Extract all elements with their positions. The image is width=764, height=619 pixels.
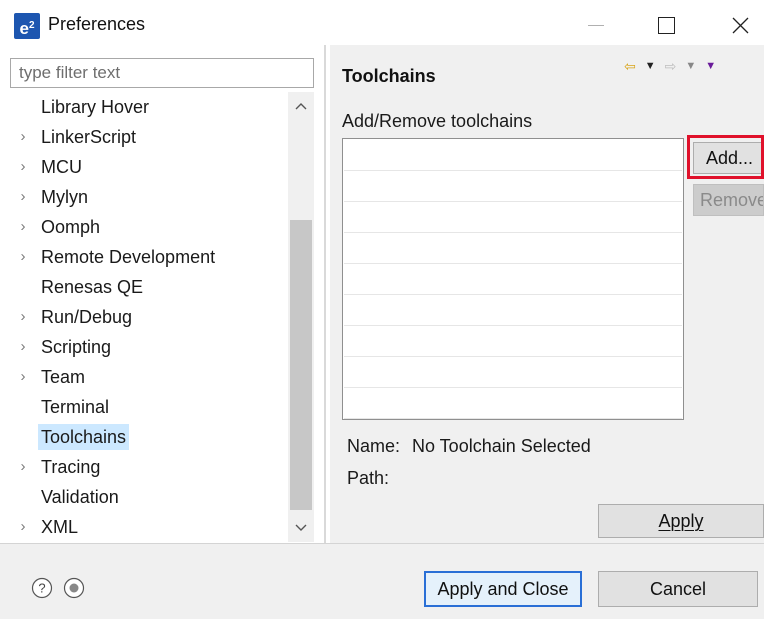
list-row-divider — [344, 263, 682, 264]
tree-item-label: Scripting — [41, 337, 112, 357]
expand-chevron-icon[interactable]: › — [16, 244, 30, 270]
list-row-divider — [344, 418, 682, 419]
expand-chevron-icon[interactable]: › — [16, 334, 30, 360]
back-menu-icon[interactable]: ▼ — [645, 58, 656, 74]
forward-arrow-icon[interactable]: ⇨ — [665, 58, 677, 74]
add-button[interactable]: Add... — [693, 142, 764, 174]
record-icon[interactable] — [63, 577, 85, 599]
back-arrow-icon[interactable]: ⇦ — [624, 58, 636, 74]
tree-item-label: MCU — [41, 157, 82, 177]
tree-item-label: Toolchains — [38, 424, 130, 450]
chevron-down-icon — [295, 524, 307, 531]
preferences-tree[interactable]: Library Hover › LinkerScript › MCU › Mylyn › Oom… — [14, 92, 286, 542]
expand-chevron-icon[interactable]: › — [16, 514, 30, 540]
minimize-button[interactable] — [574, 8, 618, 42]
expand-chevron-icon[interactable]: › — [16, 364, 30, 390]
window-title: Preferences — [48, 14, 146, 34]
svg-text:?: ? — [38, 581, 45, 596]
expand-chevron-icon[interactable]: › — [16, 454, 30, 480]
tree-item-label: Terminal — [41, 397, 110, 417]
tree-item-label: Renesas QE — [41, 277, 144, 297]
tree-item-label: Tracing — [41, 457, 101, 477]
tree-item-label: Validation — [41, 487, 119, 507]
tree-item-label: XML — [41, 517, 79, 537]
list-row-divider — [344, 170, 682, 171]
scroll-down-button[interactable] — [288, 514, 314, 542]
apply-and-close-button[interactable]: Apply and Close — [424, 571, 582, 607]
tree-item-label: Library Hover — [41, 97, 150, 117]
tree-item-label: Oomph — [41, 217, 101, 237]
path-label: Path: — [347, 468, 390, 488]
list-row-divider — [344, 356, 682, 357]
tree-scrollbar[interactable] — [288, 92, 314, 542]
expand-chevron-icon[interactable]: › — [16, 184, 30, 210]
list-row-divider — [344, 232, 682, 233]
chevron-up-icon — [295, 103, 307, 110]
expand-chevron-icon[interactable]: › — [16, 154, 30, 180]
close-button[interactable] — [718, 8, 762, 42]
apply-button[interactable]: Apply — [598, 504, 764, 538]
expand-chevron-icon[interactable]: › — [16, 124, 30, 150]
expand-chevron-icon[interactable]: › — [16, 214, 30, 240]
pane-divider[interactable] — [324, 45, 326, 543]
forward-menu-icon[interactable]: ▼ — [685, 58, 696, 74]
maximize-button[interactable] — [644, 8, 688, 42]
tree-item-label: Run/Debug — [41, 307, 133, 327]
tree-item-label: Team — [41, 367, 86, 387]
remove-button[interactable]: Remove — [693, 184, 764, 216]
scroll-up-button[interactable] — [288, 92, 314, 120]
name-value: No Toolchain Selected — [412, 436, 591, 456]
list-row-divider — [344, 294, 682, 295]
tree-item-label: Remote Development — [41, 247, 216, 267]
apply-button-label: Apply — [658, 510, 704, 531]
page-title: Toolchains — [342, 66, 436, 86]
maximize-icon — [657, 16, 675, 34]
name-label: Name: — [347, 436, 401, 456]
list-row-divider — [344, 201, 682, 202]
expand-chevron-icon[interactable]: › — [16, 304, 30, 330]
page-navigation: ⇦ ▼ ⇨ ▼ ▼ — [624, 58, 716, 74]
view-menu-icon[interactable]: ▼ — [705, 58, 716, 74]
help-icon[interactable]: ? — [31, 577, 53, 599]
cancel-button[interactable]: Cancel — [598, 571, 758, 607]
close-icon — [732, 17, 748, 33]
section-label: Add/Remove toolchains — [342, 111, 533, 131]
scroll-thumb[interactable] — [290, 220, 312, 510]
tree-item-label: LinkerScript — [41, 127, 137, 147]
tree-item-label: Mylyn — [41, 187, 89, 207]
app-logo-icon: e2 — [14, 13, 40, 39]
list-row-divider — [344, 387, 682, 388]
toolchain-list[interactable] — [342, 138, 684, 420]
minimize-icon — [588, 24, 604, 26]
filter-input[interactable] — [10, 58, 314, 88]
list-row-divider — [344, 325, 682, 326]
